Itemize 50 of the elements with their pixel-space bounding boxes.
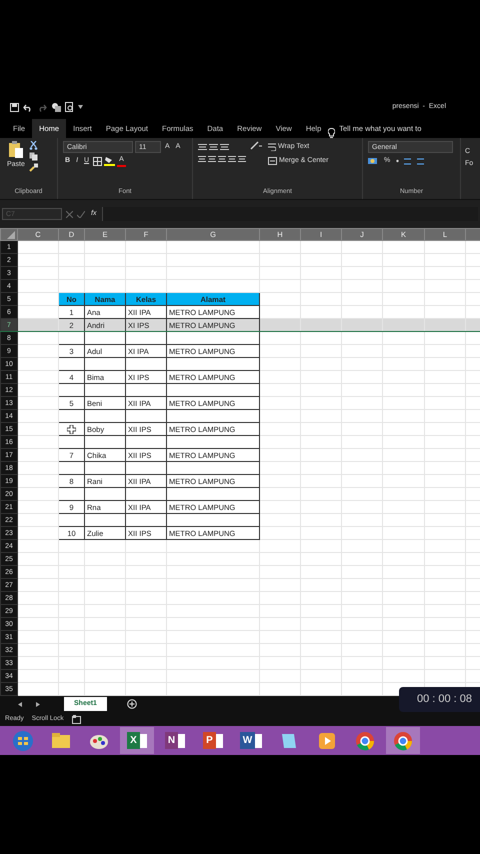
increase-indent-icon[interactable] (238, 155, 246, 163)
app-letter-icon: W (240, 732, 256, 749)
add-sheet-icon[interactable] (126, 699, 137, 709)
app-letter-icon: X (127, 732, 140, 749)
recording-timer: 00 : 00 : 08 (398, 687, 480, 712)
formula-field[interactable] (102, 207, 478, 221)
taskbar-button[interactable]: X (120, 727, 154, 754)
shapes-icon[interactable] (51, 102, 61, 112)
paste-icon[interactable] (8, 141, 24, 159)
document-icon (178, 734, 186, 748)
middle-align-icon[interactable] (209, 143, 218, 151)
customize-caret-icon[interactable] (78, 105, 83, 109)
decrease-indent-icon[interactable] (228, 155, 236, 163)
app-letter-icon: N (164, 732, 178, 749)
browser-icon (354, 730, 376, 752)
enter-icon[interactable] (77, 210, 85, 218)
align-left-icon[interactable] (198, 155, 206, 163)
lightbulb-icon[interactable] (328, 128, 336, 138)
borders-icon[interactable] (93, 156, 102, 166)
currency-icon[interactable] (368, 156, 378, 166)
scroll-right-icon[interactable] (36, 702, 40, 706)
copy-icon[interactable] (28, 152, 38, 161)
app-letter-icon: P (203, 732, 216, 749)
scroll-left-icon[interactable] (18, 702, 22, 706)
document-icon (255, 734, 262, 748)
start-button (12, 730, 34, 752)
taskbar-button[interactable]: P (196, 727, 230, 754)
format-painter-icon[interactable] (28, 163, 38, 172)
orientation-icon[interactable] (250, 141, 262, 150)
scissors-icon[interactable] (28, 141, 38, 150)
wrap-icon (268, 143, 276, 151)
center-icon[interactable] (208, 155, 216, 163)
increase-decimal-icon[interactable] (403, 156, 412, 166)
fill-color-icon[interactable] (104, 156, 116, 166)
macro-record-icon[interactable] (72, 714, 81, 724)
redo-icon[interactable] (37, 102, 47, 112)
comma-icon[interactable] (396, 158, 400, 164)
taskbar-button[interactable]: N (158, 727, 192, 754)
browser-icon (392, 730, 414, 752)
save-icon[interactable] (10, 102, 19, 112)
undo-icon[interactable] (23, 102, 33, 112)
align-right-icon[interactable] (218, 155, 226, 163)
merge-icon (268, 157, 277, 165)
bottom-align-icon[interactable] (220, 143, 229, 151)
taskbar-button[interactable]: W (234, 727, 268, 754)
cancel-icon[interactable] (66, 210, 73, 218)
taskbar-button[interactable] (386, 727, 420, 754)
print-preview-icon[interactable] (65, 102, 74, 112)
top-align-icon[interactable] (198, 143, 207, 151)
decrease-decimal-icon[interactable] (416, 156, 426, 166)
